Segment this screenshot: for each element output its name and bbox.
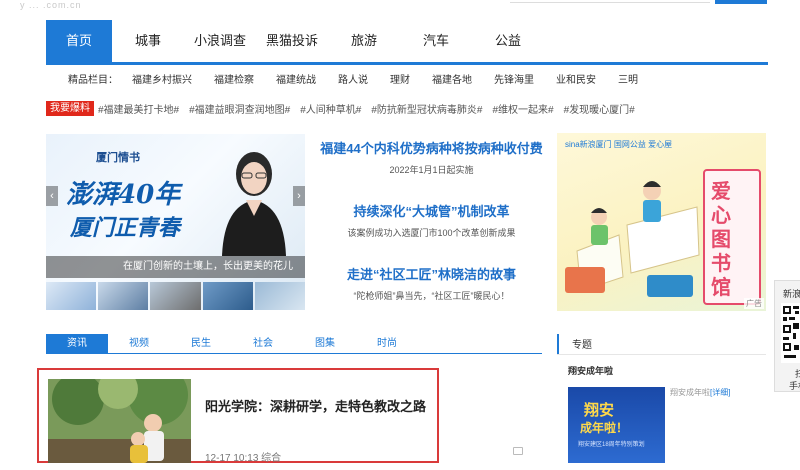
- special-topic-desc: 翔安成年啦[详细]: [670, 387, 730, 398]
- hot-tag[interactable]: #福建最美打卡地#: [98, 101, 179, 116]
- article-title[interactable]: 阳光学院：深耕研学，走特色教改之路: [205, 396, 426, 415]
- slide-title: 澎湃40年: [66, 180, 181, 210]
- column-link[interactable]: 福建统战: [276, 71, 316, 86]
- hot-tag[interactable]: #人间种草机#: [300, 101, 361, 116]
- column-link[interactable]: 路人说: [338, 71, 368, 86]
- nav-item-complaint[interactable]: 黑猫投诉: [256, 20, 328, 62]
- headline-summary: “陀枪师姐”鼻当先，“社区工匠”暖民心！: [353, 291, 510, 301]
- qr-panel-title: 新浪: [783, 289, 800, 299]
- nav-item-auto[interactable]: 汽车: [400, 20, 472, 62]
- floating-qr-panel[interactable]: 新浪 扫 手机: [774, 280, 800, 392]
- nav-item-city[interactable]: 城事: [112, 20, 184, 62]
- headline-title[interactable]: 福建44个内科优势病种将按病种收付费: [313, 138, 550, 157]
- comment-icon[interactable]: [513, 447, 523, 455]
- column-link[interactable]: 福建乡村振兴: [132, 71, 192, 86]
- site-logo[interactable]: y ... .com.cn: [20, 0, 82, 10]
- article-category[interactable]: 综合: [261, 453, 281, 464]
- hot-topics-bar: 我要爆料 #福建最美打卡地# #福建益眼洞查润地图# #人间种草机# #防抗新型…: [46, 100, 768, 116]
- hot-tag[interactable]: #福建益眼洞查润地图#: [189, 101, 290, 116]
- qr-panel-label: 手机: [789, 381, 800, 391]
- hot-tag[interactable]: #维权一起来#: [493, 101, 554, 116]
- slide-person-photo: [222, 152, 286, 256]
- headline-item: 持续深化“大城管”机制改革 该案例成功入选厦门市100个改革创新成果: [313, 201, 550, 239]
- tab-fashion[interactable]: 时尚: [356, 334, 418, 353]
- special-topic-image[interactable]: 翔安 成年啦！ 翔安建区18周年特别策划: [568, 387, 665, 463]
- section-title-special: 专题: [572, 340, 592, 351]
- content-tabs: 资讯 视频 民生 社会 图集 时尚: [46, 334, 542, 354]
- slider-thumbnail[interactable]: [150, 282, 201, 310]
- nav-item-travel[interactable]: 旅游: [328, 20, 400, 62]
- slider-next-arrow[interactable]: ›: [293, 186, 305, 206]
- ad-illustration: [565, 181, 700, 297]
- section-accent-bar: [557, 334, 559, 354]
- slider-thumbnails: [46, 282, 305, 310]
- ad-label: 广告: [744, 298, 764, 309]
- hot-tag[interactable]: #发现暖心厦门#: [564, 101, 635, 116]
- slide-brand-text: 厦门情书: [96, 152, 140, 164]
- qr-code-icon: [781, 303, 800, 363]
- section-divider: [557, 354, 766, 355]
- column-link[interactable]: 福建各地: [432, 71, 472, 86]
- headline-item: 福建44个内科优势病种将按病种收付费 2022年1月1日起实施: [313, 138, 550, 176]
- headline-item: 走进“社区工匠”林晓洁的故事 “陀枪师姐”鼻当先，“社区工匠”暖民心！: [313, 264, 550, 302]
- nav-item-charity[interactable]: 公益: [472, 20, 544, 62]
- tab-society[interactable]: 社会: [232, 334, 294, 353]
- article-time: 12-17 10:13: [205, 453, 259, 464]
- slide-caption[interactable]: 在厦门创新的土壤上，长出更美的花儿: [46, 256, 305, 278]
- special-detail-link[interactable]: [详细]: [710, 388, 730, 397]
- article-thumbnail: [48, 379, 191, 463]
- top-strip: y ... .com.cn: [0, 0, 800, 14]
- column-link[interactable]: 福建检察: [214, 71, 254, 86]
- column-link[interactable]: 理财: [390, 71, 410, 86]
- article-meta: 12-17 10:13 综合: [205, 449, 281, 464]
- tab-video[interactable]: 视频: [108, 334, 170, 353]
- search-input[interactable]: [510, 0, 710, 3]
- special-desc-text: 翔安成年啦: [670, 388, 710, 397]
- tab-livelihood[interactable]: 民生: [170, 334, 232, 353]
- headline-summary: 2022年1月1日起实施: [389, 165, 474, 175]
- slider-thumbnail[interactable]: [98, 282, 149, 310]
- featured-columns-bar: 精品栏目： 福建乡村振兴 福建检察 福建统战 路人说 理财 福建各地 先锋海里 …: [46, 66, 768, 90]
- ad-sponsor-logos: sina新浪厦门 国网公益 爱心屋: [565, 140, 673, 149]
- headline-title[interactable]: 持续深化“大城管”机制改革: [313, 201, 550, 220]
- featured-columns-label: 精品栏目：: [68, 74, 118, 86]
- tab-news[interactable]: 资讯: [46, 334, 108, 353]
- special-image-text: 成年啦！: [580, 421, 629, 435]
- column-link[interactable]: 三明: [618, 71, 638, 86]
- ad-title-char: 馆: [711, 277, 731, 299]
- charity-library-ad[interactable]: sina新浪厦门 国网公益 爱心屋 爱 心 图 书 馆 广告: [557, 133, 766, 311]
- nav-item-home[interactable]: 首页: [46, 20, 112, 62]
- headline-title[interactable]: 走进“社区工匠”林晓洁的故事: [313, 264, 550, 283]
- featured-slider[interactable]: 厦门情书 澎湃40年 厦门正青春 ‹ › 在厦门创新的土壤上，长出更美的花儿: [46, 134, 305, 310]
- tab-gallery[interactable]: 图集: [294, 334, 356, 353]
- main-nav: 首页 城事 小浪调查 黑猫投诉 旅游 汽车 公益: [46, 20, 768, 65]
- search-button[interactable]: [715, 0, 767, 4]
- slider-thumbnail[interactable]: [46, 282, 97, 310]
- hot-tag[interactable]: #防抗新型冠状病毒肺炎#: [371, 101, 482, 116]
- headline-summary: 该案例成功入选厦门市100个改革创新成果: [347, 228, 516, 238]
- special-topic-title[interactable]: 翔安成年啦: [568, 364, 613, 377]
- slide-subtitle: 厦门正青春: [70, 215, 181, 241]
- report-news-badge[interactable]: 我要爆料: [46, 100, 94, 116]
- slider-prev-arrow[interactable]: ‹: [46, 186, 58, 206]
- special-image-text: 翔安: [584, 402, 615, 419]
- news-list-item[interactable]: 阳光学院：深耕研学，走特色教改之路 12-17 10:13 综合: [37, 368, 439, 464]
- special-image-text: 翔安建区18周年特别策划: [578, 442, 645, 448]
- column-link[interactable]: 先锋海里: [494, 71, 534, 86]
- column-link[interactable]: 业和民安: [556, 71, 596, 86]
- slider-thumbnail[interactable]: [254, 282, 305, 310]
- nav-item-investigation[interactable]: 小浪调查: [184, 20, 256, 62]
- slider-thumbnail[interactable]: [202, 282, 253, 310]
